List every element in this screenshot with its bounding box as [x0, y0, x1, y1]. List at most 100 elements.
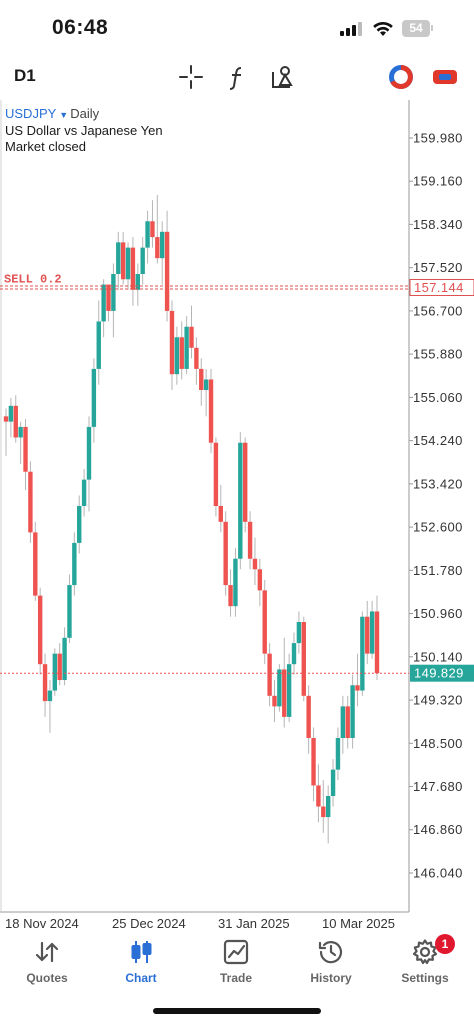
price-tick-label: 153.420 [413, 476, 463, 491]
candle-body-bull [203, 379, 209, 390]
price-tick-label: 157.520 [413, 260, 463, 275]
objects-icon[interactable] [270, 64, 296, 90]
candle-body-bull [277, 669, 282, 707]
candle-body-bear [223, 521, 228, 586]
candle-body-bear [37, 595, 43, 665]
account-pie-icon[interactable] [388, 64, 414, 90]
candle-body-bull [77, 506, 82, 543]
nav-quotes[interactable]: Quotes [0, 934, 94, 994]
candle [37, 587, 43, 675]
time-tick-label: 31 Jan 2025 [218, 916, 290, 931]
nav-label-quotes: Quotes [26, 971, 68, 985]
candle [194, 337, 199, 385]
price-tick-label: 150.960 [413, 606, 463, 621]
candle [213, 437, 219, 517]
candle-body-bear [23, 426, 28, 472]
candle [369, 600, 375, 659]
candle [18, 421, 23, 464]
candle-body-bear [189, 326, 194, 348]
candle [325, 785, 331, 844]
price-tick-label: 156.700 [413, 303, 463, 318]
price-tick-label: 150.140 [413, 649, 463, 664]
indicators-icon[interactable] [224, 64, 250, 90]
candle [179, 321, 184, 380]
crosshair-icon[interactable] [178, 64, 204, 90]
candle [28, 461, 33, 543]
nav-history[interactable]: History [284, 934, 378, 994]
candle [301, 616, 306, 702]
candle-body-bear [208, 379, 214, 443]
candle-body-bull [101, 284, 106, 322]
candle-body-bear [311, 738, 316, 786]
candle-body-bull [296, 622, 302, 644]
candle-body-bull [135, 274, 141, 290]
nav-trade[interactable]: Trade [189, 934, 283, 994]
chart-period: Daily [70, 106, 100, 121]
notification-badge: 1 [435, 934, 455, 954]
candle-body-bear [257, 569, 263, 591]
candle-body-bull [140, 247, 145, 274]
caret-down-icon[interactable]: ▼ [59, 110, 68, 120]
candle [208, 368, 214, 454]
price-tick-label: 148.500 [413, 736, 463, 751]
candle-body-bull [18, 426, 23, 438]
candle-body-bear [179, 337, 184, 369]
symbol-selector[interactable]: USDJPY [5, 106, 56, 121]
candle [233, 548, 238, 617]
candle-body-bear [33, 532, 38, 596]
status-time: 06:48 [52, 16, 109, 39]
candle [267, 643, 272, 707]
candle [374, 595, 380, 680]
candle [330, 759, 336, 807]
candle [350, 674, 355, 749]
candle [340, 695, 346, 754]
price-chart[interactable]: 159.980 159.160 158.340 157.520 156.700 155.8… [0, 100, 474, 934]
candle [365, 600, 370, 665]
candlestick-icon [131, 941, 152, 963]
price-tick-label: 147.680 [413, 779, 463, 794]
candlestick-chart[interactable]: 159.980 159.160 158.340 157.520 156.700 155.8… [0, 100, 474, 934]
candle [257, 558, 263, 607]
candle-body-bull [350, 685, 355, 738]
candle-body-bear [247, 521, 253, 559]
candle [345, 695, 350, 749]
candle [296, 611, 302, 654]
candle [106, 284, 111, 322]
price-tick-label: 149.320 [413, 693, 463, 708]
candle-body-bull [67, 585, 72, 638]
price-tick-label: 152.600 [413, 520, 463, 535]
candle [277, 664, 282, 712]
home-indicator [153, 1008, 321, 1014]
candle [169, 300, 175, 390]
candle-body-bull [8, 405, 14, 422]
history-clock-icon [318, 941, 343, 964]
timeframe-button[interactable]: D1 [14, 66, 36, 86]
candle-body-bull [81, 479, 87, 506]
candle [335, 727, 341, 781]
price-tick-label: 159.980 [413, 130, 463, 145]
candle [111, 263, 116, 338]
time-tick-label: 18 Nov 2024 [5, 916, 79, 931]
candle-body-bull [125, 247, 131, 280]
trade-ticket-icon[interactable] [431, 64, 459, 90]
candle [291, 632, 297, 675]
nav-chart[interactable]: Chart [94, 934, 188, 994]
candle-body-bull [233, 558, 238, 607]
candle-body-bull [340, 706, 346, 738]
candle-body-bull [369, 611, 375, 654]
price-tick-label: 155.880 [413, 347, 463, 362]
candle-body-bull [360, 616, 365, 691]
nav-label-history: History [310, 971, 352, 985]
candle [355, 653, 360, 707]
candle-body-bear [28, 471, 33, 533]
candle [96, 300, 101, 385]
price-tick-label: 158.340 [413, 217, 463, 232]
candle-body-bear [155, 237, 160, 259]
candle-body-bull [325, 796, 331, 818]
wifi-icon [373, 21, 393, 36]
candle [116, 231, 121, 290]
candle-body-bull [160, 231, 165, 259]
candle [145, 210, 150, 264]
nav-settings[interactable]: 1 Settings [378, 934, 472, 994]
candle-body-bull [174, 337, 180, 375]
